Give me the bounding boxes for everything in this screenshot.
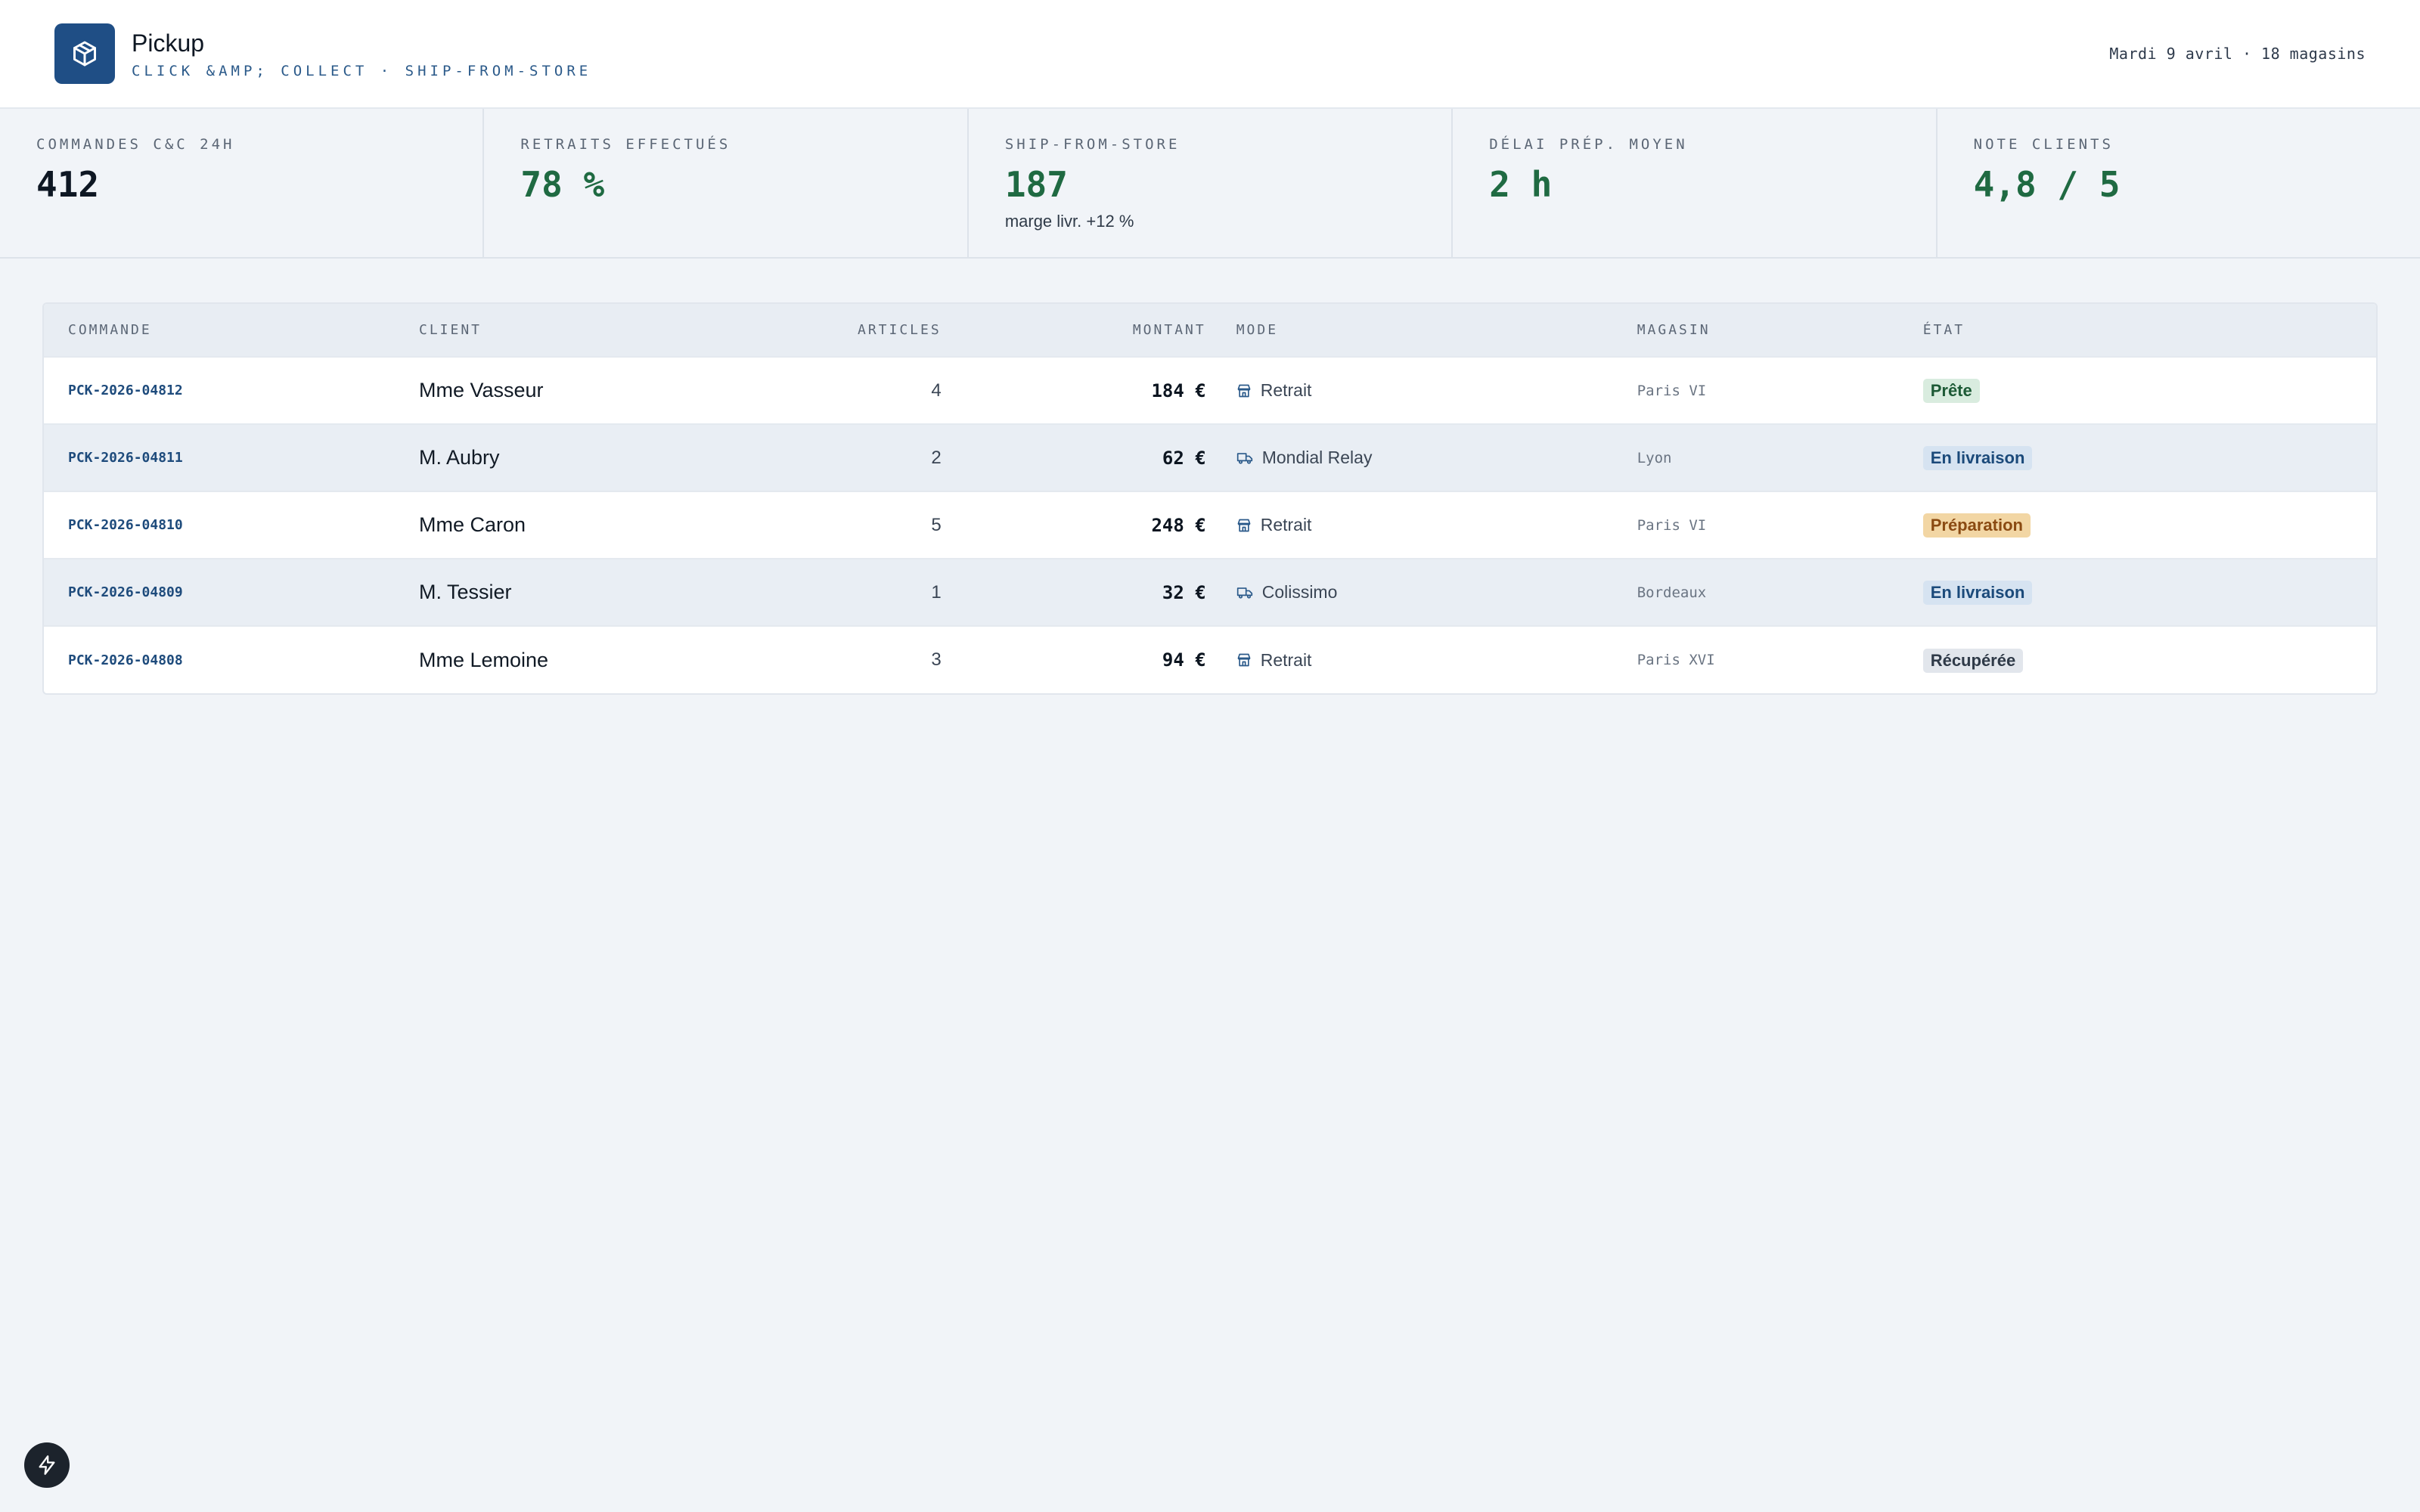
delivery-mode: Retrait [1221, 357, 1622, 424]
store-icon [1236, 383, 1252, 398]
delivery-mode-label: Retrait [1260, 380, 1312, 400]
delivery-mode-label: Retrait [1260, 515, 1312, 534]
order-amount: 184 € [1151, 380, 1206, 401]
client-name: Mme Vasseur [419, 379, 544, 401]
order-amount: 32 € [1162, 581, 1206, 603]
quick-action-button[interactable] [24, 1442, 70, 1488]
kpi-label: COMMANDES C&C 24H [36, 136, 235, 153]
table-row[interactable]: PCK-2026-04811 M. Aubry 2 62 € Mondial Relay… [44, 424, 2376, 491]
order-amount: 94 € [1162, 649, 1206, 671]
column-header-mode[interactable]: MODE [1221, 304, 1622, 357]
table-row[interactable]: PCK-2026-04809 M. Tessier 1 32 € Colissimo Bo… [44, 559, 2376, 626]
kpi-card: RETRAITS EFFECTUÉS 78 % [484, 109, 969, 257]
order-state: Préparation [1908, 491, 2376, 559]
order-id-link[interactable]: PCK-2026-04811 [44, 424, 404, 491]
article-count: 3 [931, 649, 942, 670]
client-name: Mme Lemoine [419, 648, 549, 671]
order-amount: 62 € [1162, 447, 1206, 469]
delivery-mode-label: Mondial Relay [1261, 448, 1373, 467]
delivery-mode: Colissimo [1221, 559, 1622, 626]
delivery-mode: Mondial Relay [1221, 424, 1622, 491]
kpi-value: 187 [1004, 164, 1068, 205]
delivery-mode: Retrait [1221, 491, 1622, 559]
column-header-state[interactable]: ÉTAT [1908, 304, 2376, 357]
order-state: Récupérée [1908, 626, 2376, 693]
order-id-link[interactable]: PCK-2026-04810 [44, 491, 404, 559]
kpi-label: SHIP-FROM-STORE [1004, 136, 1181, 153]
kpi-strip: COMMANDES C&C 24H 412 RETRAITS EFFECTUÉS… [0, 109, 2420, 259]
store-icon [1236, 518, 1252, 533]
kpi-value: 2 h [1489, 164, 1553, 205]
kpi-label: NOTE CLIENTS [1973, 136, 2114, 153]
app-header: Pickup CLICK &AMP; COLLECT · SHIP-FROM-S… [0, 0, 2420, 109]
order-id-link[interactable]: PCK-2026-04812 [44, 357, 404, 424]
store-name: Paris VI [1637, 382, 1707, 399]
kpi-value: 78 % [520, 164, 605, 205]
table-row[interactable]: PCK-2026-04808 Mme Lemoine 3 94 € Retrait Par… [44, 626, 2376, 693]
article-count: 4 [931, 380, 942, 401]
order-state: En livraison [1908, 424, 2376, 491]
order-state: En livraison [1908, 559, 2376, 626]
article-count: 1 [931, 581, 942, 603]
table-row[interactable]: PCK-2026-04810 Mme Caron 5 248 € Retrait Pari… [44, 491, 2376, 559]
status-badge: Préparation [1922, 513, 2031, 538]
store-name: Paris VI [1637, 516, 1707, 534]
store-name: Paris XVI [1637, 652, 1715, 668]
client-name: M. Tessier [419, 581, 512, 603]
app-subtitle: CLICK &AMP; COLLECT · SHIP-FROM-STORE [132, 63, 592, 79]
column-header-order[interactable]: COMMANDE [44, 304, 404, 357]
article-count: 2 [931, 447, 942, 468]
delivery-mode: Retrait [1221, 626, 1622, 693]
app-name: Pickup [132, 29, 205, 57]
order-id-link[interactable]: PCK-2026-04809 [44, 559, 404, 626]
kpi-label: DÉLAI PRÉP. MOYEN [1489, 136, 1688, 153]
kpi-card: NOTE CLIENTS 4,8 / 5 [1938, 109, 2420, 257]
bolt-icon [39, 1455, 55, 1475]
store-icon [1236, 652, 1252, 668]
kpi-card: DÉLAI PRÉP. MOYEN 2 h [1453, 109, 1938, 257]
article-count: 5 [931, 514, 942, 535]
column-header-amount[interactable]: MONTANT [957, 304, 1221, 357]
column-header-store[interactable]: MAGASIN [1622, 304, 1908, 357]
kpi-card: SHIP-FROM-STORE 187 marge livr. +12 % [969, 109, 1454, 257]
column-header-client[interactable]: CLIENT [404, 304, 842, 357]
header-meta: Mardi 9 avril · 18 magasins [2109, 45, 2366, 63]
package-icon[interactable] [54, 23, 115, 84]
client-name: M. Aubry [419, 446, 500, 469]
truck-icon [1236, 585, 1253, 600]
order-state: Prête [1908, 357, 2376, 424]
order-id-link[interactable]: PCK-2026-04808 [44, 626, 404, 693]
store-name: Bordeaux [1637, 584, 1707, 601]
kpi-card: COMMANDES C&C 24H 412 [0, 109, 485, 257]
kpi-value: 412 [36, 164, 100, 205]
truck-icon [1236, 451, 1253, 466]
kpi-value: 4,8 / 5 [1973, 164, 2121, 205]
status-badge: Récupérée [1922, 648, 2024, 673]
kpi-note: marge livr. +12 % [1004, 212, 1134, 231]
status-badge: Prête [1922, 379, 1980, 403]
brand: Pickup CLICK &AMP; COLLECT · SHIP-FROM-S… [54, 23, 591, 84]
kpi-label: RETRAITS EFFECTUÉS [520, 136, 731, 153]
status-badge: En livraison [1922, 446, 2033, 470]
store-name: Lyon [1637, 449, 1672, 466]
table-row[interactable]: PCK-2026-04812 Mme Vasseur 4 184 € Retrait Pa… [44, 357, 2376, 424]
client-name: Mme Caron [419, 513, 526, 536]
column-header-articles[interactable]: ARTICLES [842, 304, 957, 357]
orders-table: COMMANDE CLIENT ARTICLES MONTANT MODE MA… [42, 302, 2378, 695]
order-amount: 248 € [1151, 514, 1206, 536]
table-header-row: COMMANDE CLIENT ARTICLES MONTANT MODE MA… [44, 304, 2376, 357]
status-badge: En livraison [1922, 581, 2033, 605]
delivery-mode-label: Retrait [1260, 649, 1312, 670]
delivery-mode-label: Colissimo [1261, 582, 1338, 602]
